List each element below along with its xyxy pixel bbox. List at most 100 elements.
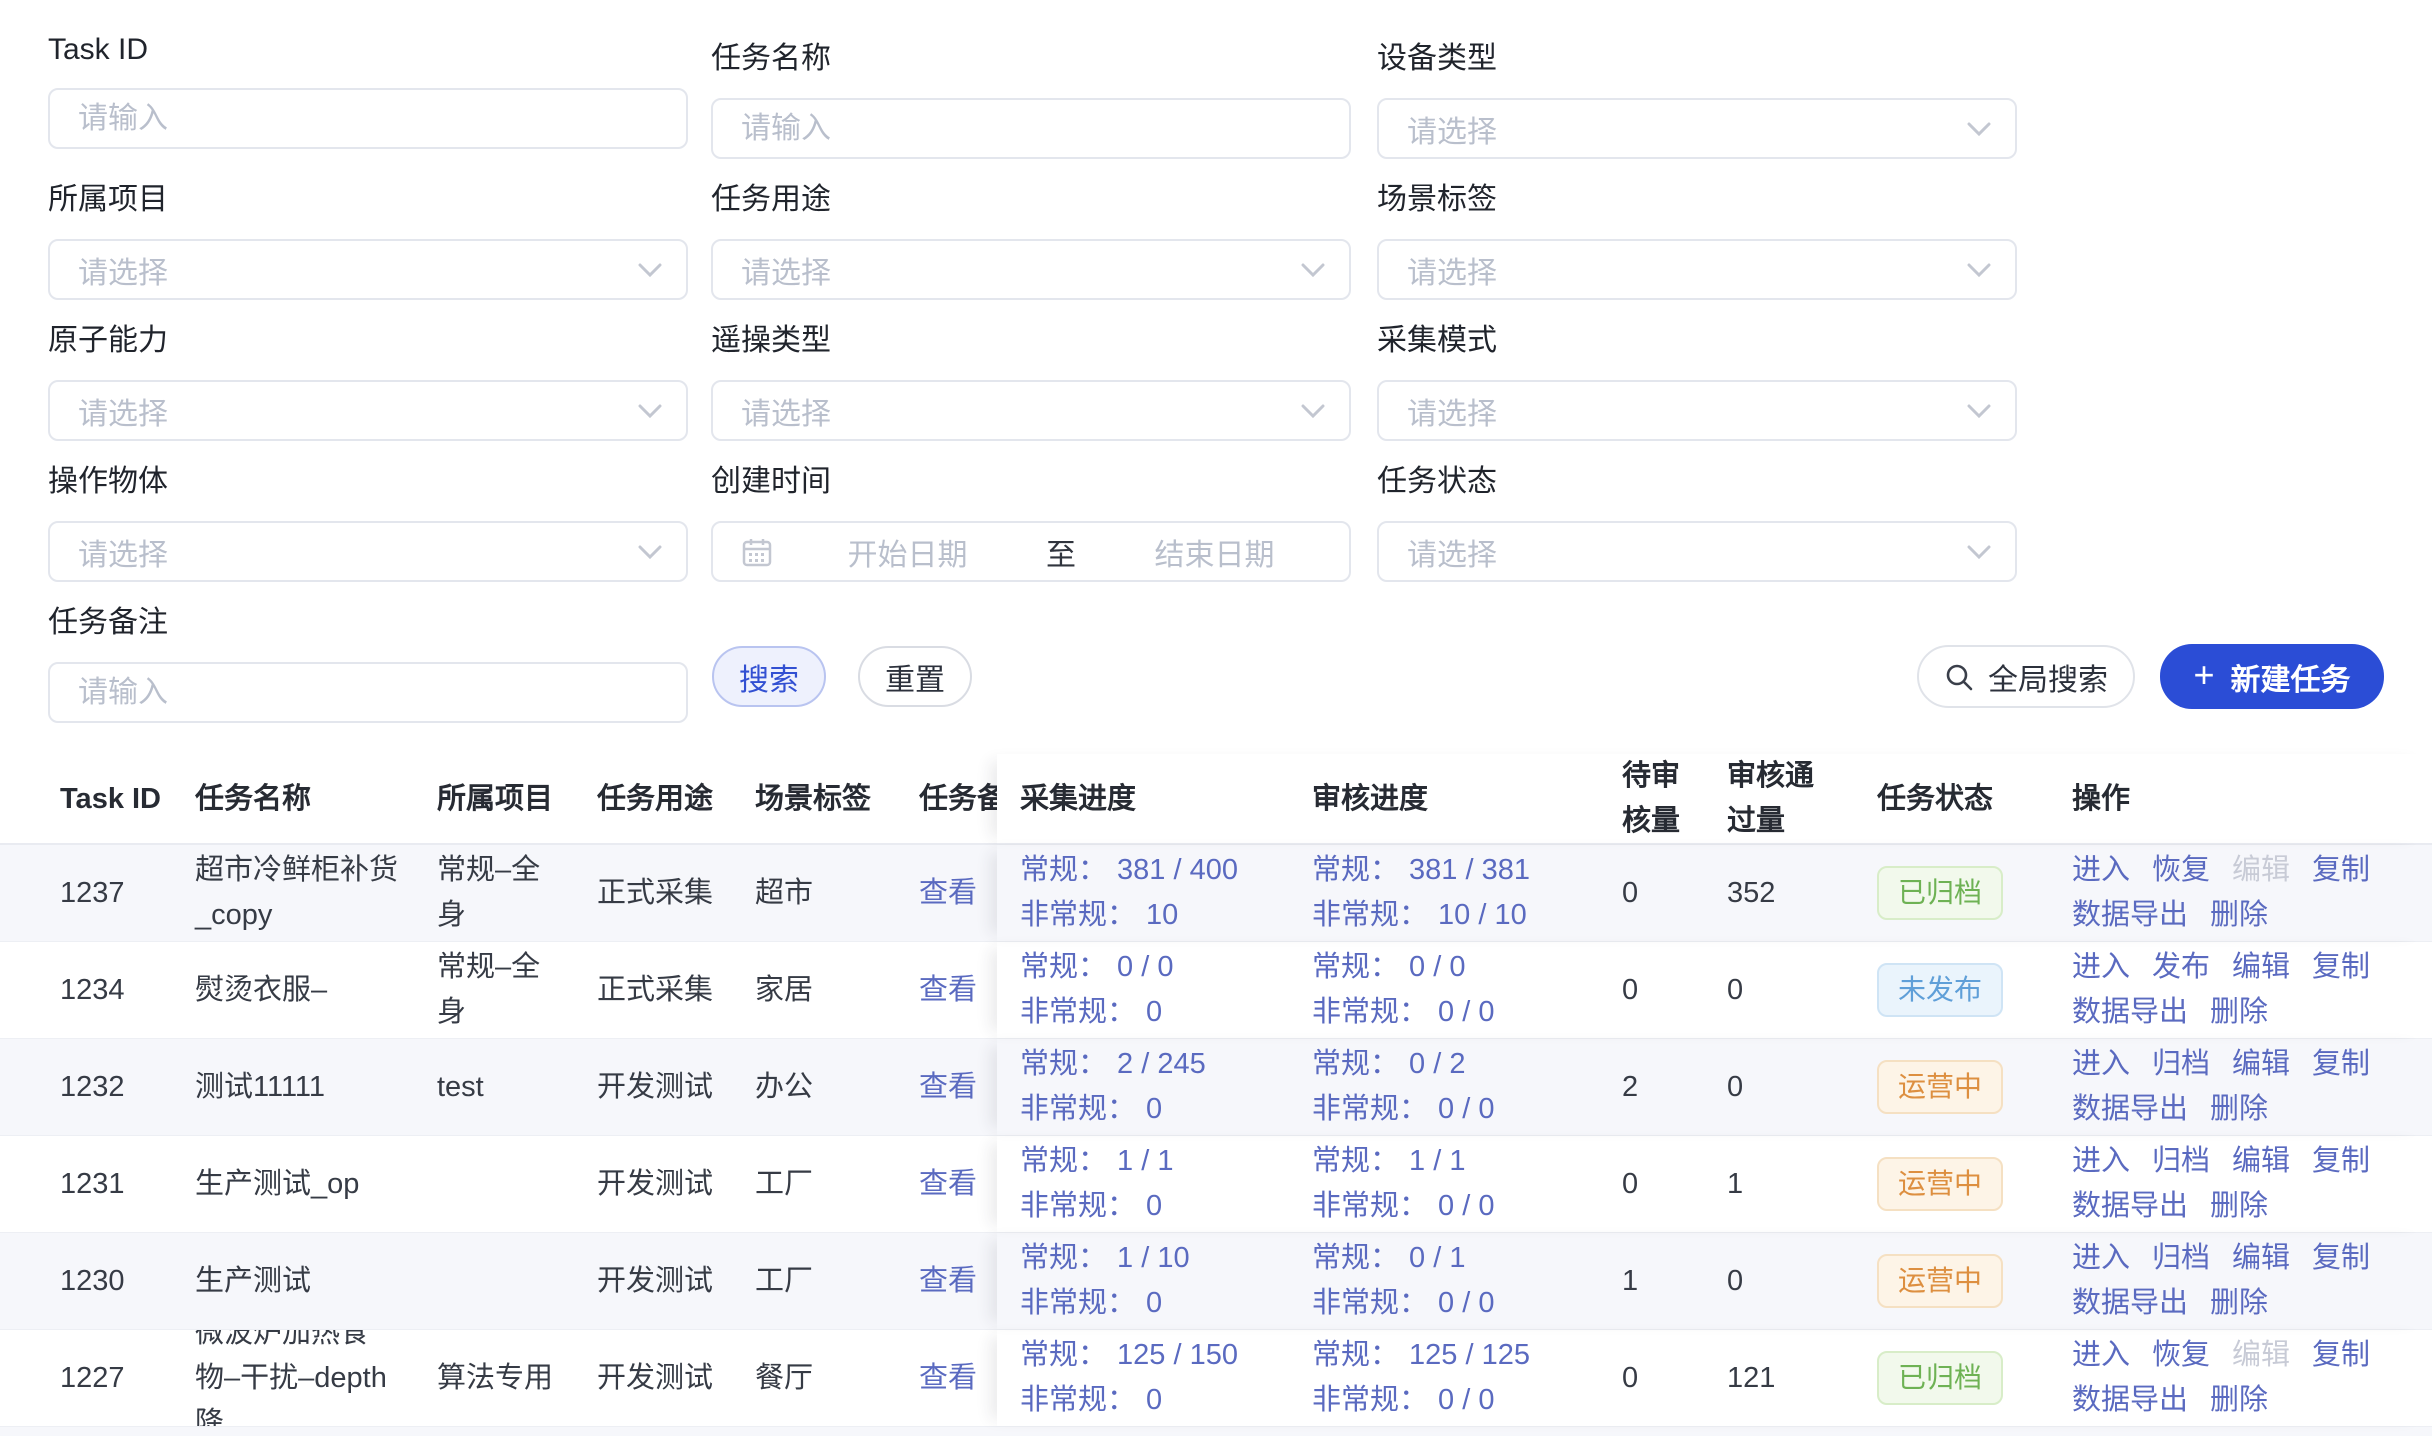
filter-purpose-label: 任务用途 [711,174,1351,218]
enter-link[interactable]: 进入 [2072,1333,2130,1378]
task-note-input[interactable] [50,664,686,721]
copy-link[interactable]: 复制 [2312,1333,2370,1378]
start-date-placeholder[interactable]: 开始日期 [773,530,1042,574]
enter-link[interactable]: 进入 [2072,1042,2130,1087]
cell-pending-count: 2 [1622,1039,1727,1135]
view-note-link[interactable]: 查看 [919,968,997,1013]
cell-passed-count: 352 [1727,845,1877,941]
enter-link[interactable]: 进入 [2072,848,2130,893]
row-action2-link[interactable]: 归档 [2152,1042,2210,1087]
view-note-link[interactable]: 查看 [919,1356,997,1401]
filter-collect-mode-label: 采集模式 [1377,315,2017,359]
task-status-select[interactable]: 请选择 [1377,521,2017,582]
purpose-select[interactable]: 请选择 [711,239,1351,300]
end-date-placeholder[interactable]: 结束日期 [1080,530,1349,574]
task-id-input[interactable] [50,90,686,147]
delete-link[interactable]: 删除 [2210,893,2268,938]
reset-button[interactable]: 重置 [858,646,972,707]
export-link[interactable]: 数据导出 [2072,1378,2188,1423]
delete-link[interactable]: 删除 [2210,1281,2268,1326]
filter-task-note-label: 任务备注 [48,597,688,641]
filter-operate-object: 操作物体 请选择 [48,456,688,582]
export-link[interactable]: 数据导出 [2072,1087,2188,1132]
cell-collect-progress: 常规：2 / 245 非常规：0 [997,1039,1312,1135]
search-button[interactable]: 搜索 [712,646,826,707]
cell-project [437,1233,597,1329]
cell-purpose: 正式采集 [597,845,755,941]
table-header-row: Task ID 任务名称 所属项目 任务用途 场景标签 任务备注 采集进度 审核… [0,755,2432,845]
scene-tag-select[interactable]: 请选择 [1377,239,2017,300]
header-project: 所属项目 [437,777,597,822]
cell-task-name: 生产测试 [195,1233,437,1329]
edit-link[interactable]: 编辑 [2232,1139,2290,1184]
view-note-link[interactable]: 查看 [919,1065,997,1110]
cell-task-id: 1227 [0,1330,195,1426]
edit-link: 编辑 [2232,848,2290,893]
teleop-type-select[interactable]: 请选择 [711,380,1351,441]
chevron-down-icon [638,404,662,418]
export-link[interactable]: 数据导出 [2072,1281,2188,1326]
copy-link[interactable]: 复制 [2312,945,2370,990]
create-time-range-picker[interactable]: 开始日期 至 结束日期 [711,521,1351,582]
edit-link[interactable]: 编辑 [2232,945,2290,990]
cell-review-progress: 常规：1 / 1 非常规：0 / 0 [1312,1136,1622,1232]
enter-link[interactable]: 进入 [2072,945,2130,990]
global-search-button[interactable]: 全局搜索 [1917,645,2135,708]
header-collect-progress: 采集进度 [997,754,1312,844]
enter-link[interactable]: 进入 [2072,1236,2130,1281]
cell-task-name: 测试11111 [195,1039,437,1135]
header-name: 任务名称 [195,777,437,822]
atomic-ability-select[interactable]: 请选择 [48,380,688,441]
cell-project [437,1136,597,1232]
row-action2-link[interactable]: 归档 [2152,1236,2210,1281]
table-row: 1227 微波炉加热食物–干扰–depth降... 算法专用 开发测试 餐厅 查… [0,1330,2432,1427]
row-action2-link[interactable]: 恢复 [2152,1333,2210,1378]
edit-link: 编辑 [2232,1333,2290,1378]
task-name-input[interactable] [713,100,1349,157]
project-select[interactable]: 请选择 [48,239,688,300]
chevron-down-icon [1301,404,1325,418]
header-task-id: Task ID [0,777,195,822]
export-link[interactable]: 数据导出 [2072,990,2188,1035]
delete-link[interactable]: 删除 [2210,990,2268,1035]
view-note-link[interactable]: 查看 [919,1259,997,1304]
row-action2-link[interactable]: 恢复 [2152,848,2210,893]
export-link[interactable]: 数据导出 [2072,893,2188,938]
copy-link[interactable]: 复制 [2312,848,2370,893]
copy-link[interactable]: 复制 [2312,1236,2370,1281]
new-task-button[interactable]: + 新建任务 [2160,644,2384,709]
view-note-link[interactable]: 查看 [919,1162,997,1207]
edit-link[interactable]: 编辑 [2232,1236,2290,1281]
filter-task-id-label: Task ID [48,33,688,67]
chevron-down-icon [1967,404,1991,418]
collect-mode-select[interactable]: 请选择 [1377,380,2017,441]
view-note-link[interactable]: 查看 [919,871,997,916]
device-type-select[interactable]: 请选择 [1377,98,2017,159]
export-link[interactable]: 数据导出 [2072,1184,2188,1229]
table-row: 1232 测试11111 test 开发测试 办公 查看 常规：2 / 245 … [0,1039,2432,1136]
filter-device-type: 设备类型 请选择 [1377,33,2017,159]
header-pending-count: 待审核量 [1622,754,1727,844]
status-badge: 已归档 [1877,1351,2003,1405]
header-actions: 操作 [2072,754,2432,844]
cell-passed-count: 0 [1727,942,1877,1038]
filter-create-time-label: 创建时间 [711,456,1351,500]
row-action2-link[interactable]: 归档 [2152,1139,2210,1184]
cell-collect-progress: 常规：1 / 10 非常规：0 [997,1233,1312,1329]
cell-collect-progress: 常规：125 / 150 非常规：0 [997,1330,1312,1426]
cell-project: test [437,1039,597,1135]
delete-link[interactable]: 删除 [2210,1378,2268,1423]
chevron-down-icon [1967,545,1991,559]
row-action2-link[interactable]: 发布 [2152,945,2210,990]
cell-review-progress: 常规：0 / 1 非常规：0 / 0 [1312,1233,1622,1329]
edit-link[interactable]: 编辑 [2232,1042,2290,1087]
delete-link[interactable]: 删除 [2210,1087,2268,1132]
filter-atomic-ability-label: 原子能力 [48,315,688,359]
copy-link[interactable]: 复制 [2312,1139,2370,1184]
operate-object-select[interactable]: 请选择 [48,521,688,582]
cell-passed-count: 0 [1727,1233,1877,1329]
filter-project: 所属项目 请选择 [48,174,688,300]
copy-link[interactable]: 复制 [2312,1042,2370,1087]
enter-link[interactable]: 进入 [2072,1139,2130,1184]
delete-link[interactable]: 删除 [2210,1184,2268,1229]
